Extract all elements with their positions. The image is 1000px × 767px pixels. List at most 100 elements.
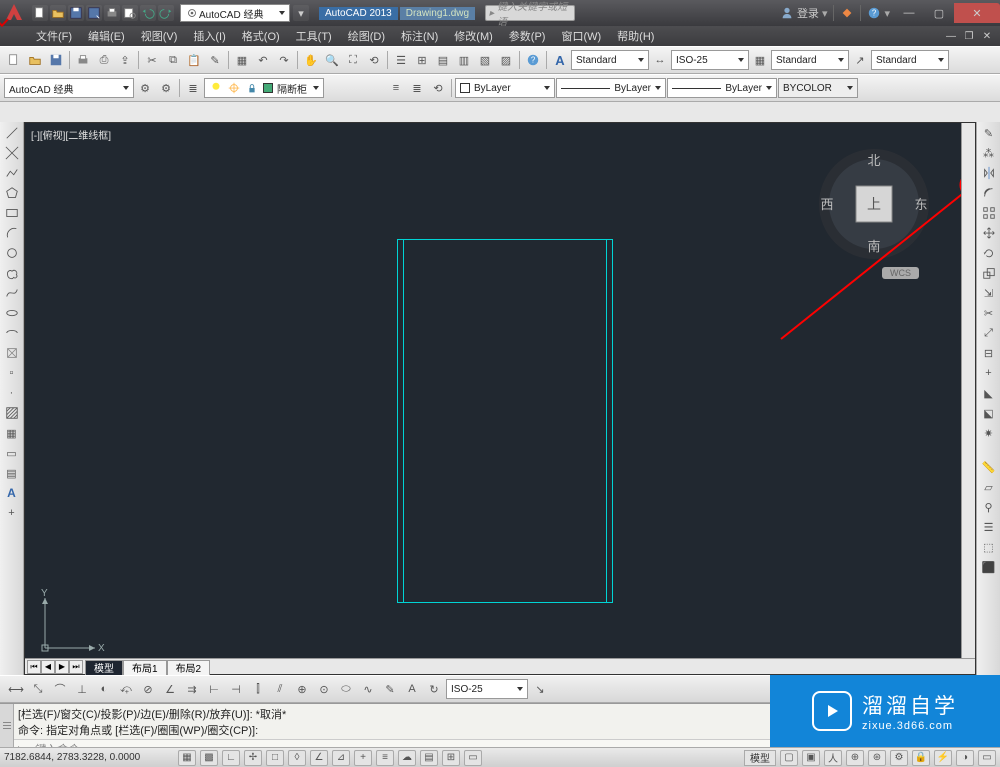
tab-layout1[interactable]: 布局1 xyxy=(123,660,167,675)
sheetset-icon[interactable]: ▥ xyxy=(454,50,474,70)
tablestyle-dropdown[interactable]: Standard xyxy=(771,50,849,70)
quickcalc-icon[interactable]: ▨ xyxy=(496,50,516,70)
qdim-icon[interactable]: ⇉ xyxy=(182,679,202,699)
print-icon[interactable] xyxy=(73,50,93,70)
qat-preview-icon[interactable] xyxy=(122,5,138,21)
dimcont-icon[interactable]: ⊣ xyxy=(226,679,246,699)
help-toolbar-icon[interactable]: ? xyxy=(523,50,543,70)
viewcube-e[interactable]: 东 xyxy=(914,197,927,212)
sc-icon[interactable]: ⊞ xyxy=(442,750,460,766)
lwt-icon[interactable]: ≡ xyxy=(376,750,394,766)
hatch-icon[interactable] xyxy=(3,404,21,422)
viewcube-s[interactable]: 南 xyxy=(867,239,880,254)
polygon-icon[interactable] xyxy=(3,184,21,202)
scale-icon[interactable] xyxy=(980,264,998,282)
group-icon[interactable]: ⬚ xyxy=(980,538,998,556)
workspace-save-icon[interactable]: ⚙ xyxy=(156,78,176,98)
table-icon[interactable]: ▤ xyxy=(3,464,21,482)
maximize-button[interactable]: ▢ xyxy=(924,3,954,23)
spline-icon[interactable] xyxy=(3,284,21,302)
copy2-icon[interactable]: ⁂ xyxy=(980,144,998,162)
qp-icon[interactable]: ▤ xyxy=(420,750,438,766)
dimjogline-icon[interactable]: ∿ xyxy=(358,679,378,699)
viewcube[interactable]: 北 南 东 西 上 xyxy=(809,139,939,269)
menu-draw[interactable]: 绘图(D) xyxy=(340,26,393,46)
centermark-icon[interactable]: ⊙ xyxy=(314,679,334,699)
help-icon[interactable]: ? xyxy=(867,6,881,20)
close-button[interactable]: ✕ xyxy=(954,3,1000,23)
dimstyle-icon[interactable]: ↔ xyxy=(650,50,670,70)
polyline-icon[interactable] xyxy=(3,164,21,182)
dimdia-icon[interactable]: ⊘ xyxy=(138,679,158,699)
dimarc-icon[interactable]: ⌒ xyxy=(50,679,70,699)
dimupdate-icon[interactable]: ↻ xyxy=(424,679,444,699)
trim-icon[interactable]: ✂ xyxy=(980,304,998,322)
infocenter-search[interactable]: ▸键入关键字或短语 xyxy=(485,5,575,21)
menu-parametric[interactable]: 参数(P) xyxy=(501,26,554,46)
publish-icon[interactable]: ⇪ xyxy=(115,50,135,70)
snapmode-icon[interactable]: ▦ xyxy=(178,750,196,766)
tolerance-icon[interactable]: ⊕ xyxy=(292,679,312,699)
offset-icon[interactable] xyxy=(980,184,998,202)
dist-icon[interactable]: 📏 xyxy=(980,458,998,476)
menu-file[interactable]: 文件(F) xyxy=(28,26,80,46)
viewport-label[interactable]: [-][俯视][二维线框] xyxy=(31,127,111,142)
mtext-icon[interactable]: A xyxy=(3,484,21,502)
revcloud-icon[interactable] xyxy=(3,264,21,282)
app-logo-icon[interactable] xyxy=(2,1,26,25)
arc-icon[interactable] xyxy=(3,224,21,242)
zoomprev-icon[interactable]: ⟲ xyxy=(364,50,384,70)
plotstyle-dropdown[interactable]: BYCOLOR xyxy=(778,78,858,98)
tab-prev-icon[interactable]: ◀ xyxy=(41,660,55,674)
command-handle[interactable] xyxy=(0,704,14,747)
dimjog-icon[interactable]: ⤽ xyxy=(116,679,136,699)
otrack-icon[interactable]: ∠ xyxy=(310,750,328,766)
makeblock-icon[interactable]: ▫ xyxy=(3,364,21,382)
rotate-icon[interactable] xyxy=(980,244,998,262)
explode-icon[interactable]: ✷ xyxy=(980,424,998,442)
menu-help[interactable]: 帮助(H) xyxy=(609,26,662,46)
gradient-icon[interactable]: ▦ xyxy=(3,424,21,442)
layerprev-icon[interactable]: ⟲ xyxy=(428,78,448,98)
qat-saveas-icon[interactable] xyxy=(86,5,102,21)
ellipse-icon[interactable] xyxy=(3,304,21,322)
tab-next-icon[interactable]: ▶ xyxy=(55,660,69,674)
tab-first-icon[interactable]: ⏮ xyxy=(27,660,41,674)
isolate-icon[interactable]: ◑ xyxy=(956,750,974,766)
menu-format[interactable]: 格式(O) xyxy=(234,26,288,46)
dimedit-icon[interactable]: ✎ xyxy=(380,679,400,699)
workspace2-dropdown[interactable]: AutoCAD 经典 xyxy=(4,78,134,98)
ellipsearc-icon[interactable] xyxy=(3,324,21,342)
break-icon[interactable]: ⊟ xyxy=(980,344,998,362)
qat-more-icon[interactable]: ▾ xyxy=(293,5,309,21)
menu-insert[interactable]: 插入(I) xyxy=(185,26,233,46)
vertical-scrollbar[interactable] xyxy=(961,123,975,658)
textstyle-dropdown[interactable]: Standard xyxy=(571,50,649,70)
new-icon[interactable] xyxy=(4,50,24,70)
linetype-dropdown[interactable]: ByLayer xyxy=(556,78,666,98)
join-icon[interactable]: + xyxy=(980,364,998,382)
designcenter-icon[interactable]: ⊞ xyxy=(412,50,432,70)
zoom-icon[interactable]: 🔍 xyxy=(322,50,342,70)
dimrow-style-dropdown[interactable]: ISO-25 xyxy=(446,679,528,699)
annoaut-icon[interactable]: ⊛ xyxy=(868,750,886,766)
match-icon[interactable]: ✎ xyxy=(205,50,225,70)
modelspace-toggle[interactable]: 模型 xyxy=(744,750,776,766)
am-icon[interactable]: ▭ xyxy=(464,750,482,766)
menu-tools[interactable]: 工具(T) xyxy=(288,26,340,46)
dimtedit-icon[interactable]: A xyxy=(402,679,422,699)
qat-redo-icon[interactable] xyxy=(158,5,174,21)
tpy-icon[interactable]: ☁ xyxy=(398,750,416,766)
tab-layout2[interactable]: 布局2 xyxy=(167,660,211,675)
diminspect-icon[interactable]: ⬭ xyxy=(336,679,356,699)
qat-open-icon[interactable] xyxy=(50,5,66,21)
paste-icon[interactable]: 📋 xyxy=(184,50,204,70)
dimrad-icon[interactable]: ◐ xyxy=(94,679,114,699)
mdi-close-button[interactable]: ✕ xyxy=(978,28,996,44)
redo-icon[interactable]: ↷ xyxy=(274,50,294,70)
dimaligned-icon[interactable]: ⤡ xyxy=(28,679,48,699)
area-icon[interactable]: ▱ xyxy=(980,478,998,496)
3dosnap-icon[interactable]: ◊ xyxy=(288,750,306,766)
cut-icon[interactable]: ✂ xyxy=(142,50,162,70)
extend-icon[interactable]: ⤢ xyxy=(980,324,998,342)
